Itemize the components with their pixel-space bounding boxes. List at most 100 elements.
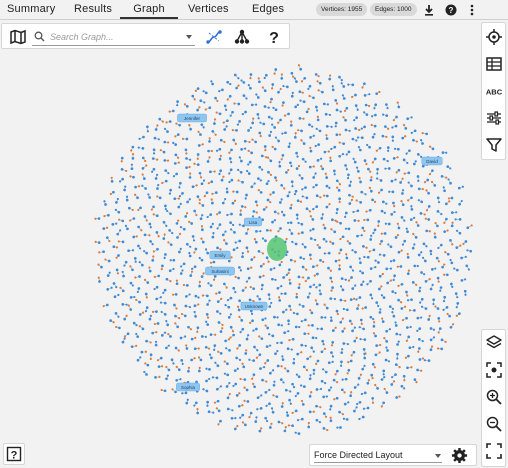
vertex — [348, 319, 352, 323]
vertex — [291, 185, 294, 188]
vertex — [424, 307, 428, 310]
vertex — [217, 409, 221, 413]
vertex — [312, 134, 315, 137]
vertex — [365, 246, 368, 249]
vertex — [292, 75, 295, 78]
vertex — [446, 312, 449, 316]
vertex — [178, 317, 181, 320]
vertex — [197, 296, 200, 299]
vertex — [143, 215, 147, 218]
vertex — [218, 112, 222, 116]
vertex — [138, 300, 141, 304]
map-icon[interactable] — [9, 28, 27, 46]
layers-icon[interactable] — [485, 334, 503, 352]
vertex — [331, 355, 334, 358]
vertex — [265, 182, 269, 186]
vertex — [215, 149, 219, 152]
vertex — [208, 106, 212, 110]
vertex — [382, 254, 386, 257]
path-icon[interactable] — [205, 28, 223, 46]
vertex — [269, 193, 272, 196]
vertex — [299, 99, 302, 102]
tab-summary[interactable]: Summary — [7, 3, 55, 15]
vertex-label[interactable]: Jennifer — [177, 113, 207, 123]
fullscreen-icon[interactable] — [485, 442, 503, 460]
vertex — [322, 343, 325, 346]
tab-edges[interactable]: Edges — [252, 3, 284, 15]
vertex — [309, 215, 312, 218]
zoom-in-icon[interactable] — [485, 388, 503, 406]
vertex — [282, 213, 286, 217]
focus-icon[interactable] — [485, 361, 503, 379]
vertex — [463, 289, 467, 293]
vertex-label[interactable]: Suhasini — [205, 266, 235, 276]
vertex — [294, 431, 297, 434]
dropdown-caret-icon[interactable] — [186, 35, 192, 39]
zoom-out-icon[interactable] — [485, 415, 503, 433]
vertex-label[interactable]: Lisa — [243, 217, 262, 227]
vertex — [298, 283, 301, 286]
vertex — [359, 338, 362, 341]
vertex — [360, 322, 363, 326]
settings-icon[interactable] — [451, 447, 468, 464]
sliders-icon[interactable] — [485, 109, 503, 127]
vertex — [321, 213, 324, 216]
question-circle-icon[interactable]: ? — [444, 3, 458, 17]
tab-graph[interactable]: Graph — [120, 3, 178, 19]
vertex — [394, 324, 398, 327]
vertex — [298, 174, 301, 177]
vertex — [209, 170, 212, 174]
vertex — [369, 293, 373, 297]
search-input[interactable] — [50, 29, 178, 44]
vertex-label[interactable]: Sophia — [176, 382, 200, 392]
vertex — [226, 396, 230, 400]
vertex — [174, 143, 178, 147]
vertex — [155, 310, 158, 314]
vertex — [112, 245, 116, 249]
crosshair-icon[interactable] — [485, 28, 503, 46]
vertex — [320, 316, 324, 319]
tab-vertices[interactable]: Vertices — [188, 3, 229, 15]
vertex — [261, 252, 265, 255]
vertex — [312, 368, 316, 372]
hierarchy-icon[interactable] — [233, 28, 251, 46]
more-vert-icon[interactable] — [465, 3, 479, 17]
vertex — [121, 240, 125, 244]
vertex — [330, 344, 334, 347]
vertex — [165, 365, 168, 369]
table-icon[interactable] — [485, 55, 503, 73]
help-icon[interactable]: ? — [265, 28, 283, 46]
vertex — [304, 279, 307, 283]
help-box-button[interactable]: ? — [3, 443, 25, 465]
vertex — [152, 250, 155, 253]
vertex — [258, 335, 261, 338]
vertex — [362, 244, 365, 248]
vertex-label[interactable]: David — [421, 156, 443, 166]
vertex — [377, 224, 380, 227]
vertex — [470, 224, 473, 227]
vertex — [231, 129, 234, 132]
abc-icon[interactable]: ABC — [485, 82, 503, 100]
search-field[interactable] — [32, 28, 195, 46]
layout-select[interactable]: Force Directed Layout — [314, 448, 442, 463]
vertex — [394, 178, 397, 181]
graph-canvas[interactable]: Jennifer David Lisa Emily Suhasini Unknown Sop… — [0, 20, 479, 468]
vertex — [246, 267, 250, 271]
vertex — [233, 102, 236, 105]
vertex-label[interactable]: Emily — [209, 250, 231, 260]
vertex — [260, 168, 264, 171]
vertex-label[interactable]: Unknown — [240, 301, 268, 311]
tab-results[interactable]: Results — [74, 3, 112, 15]
vertex — [343, 327, 346, 330]
vertex — [149, 314, 152, 318]
filter-icon[interactable] — [485, 136, 503, 154]
vertex — [418, 347, 421, 350]
download-icon[interactable] — [422, 3, 436, 17]
vertex — [276, 341, 279, 345]
vertex — [336, 220, 339, 223]
vertex — [428, 314, 431, 317]
vertex — [295, 167, 299, 170]
vertex — [339, 237, 342, 241]
selected-vertex-highlight[interactable] — [267, 237, 287, 261]
graph-svg[interactable]: Jennifer David Lisa Emily Suhasini Unknown Sop… — [0, 20, 479, 468]
